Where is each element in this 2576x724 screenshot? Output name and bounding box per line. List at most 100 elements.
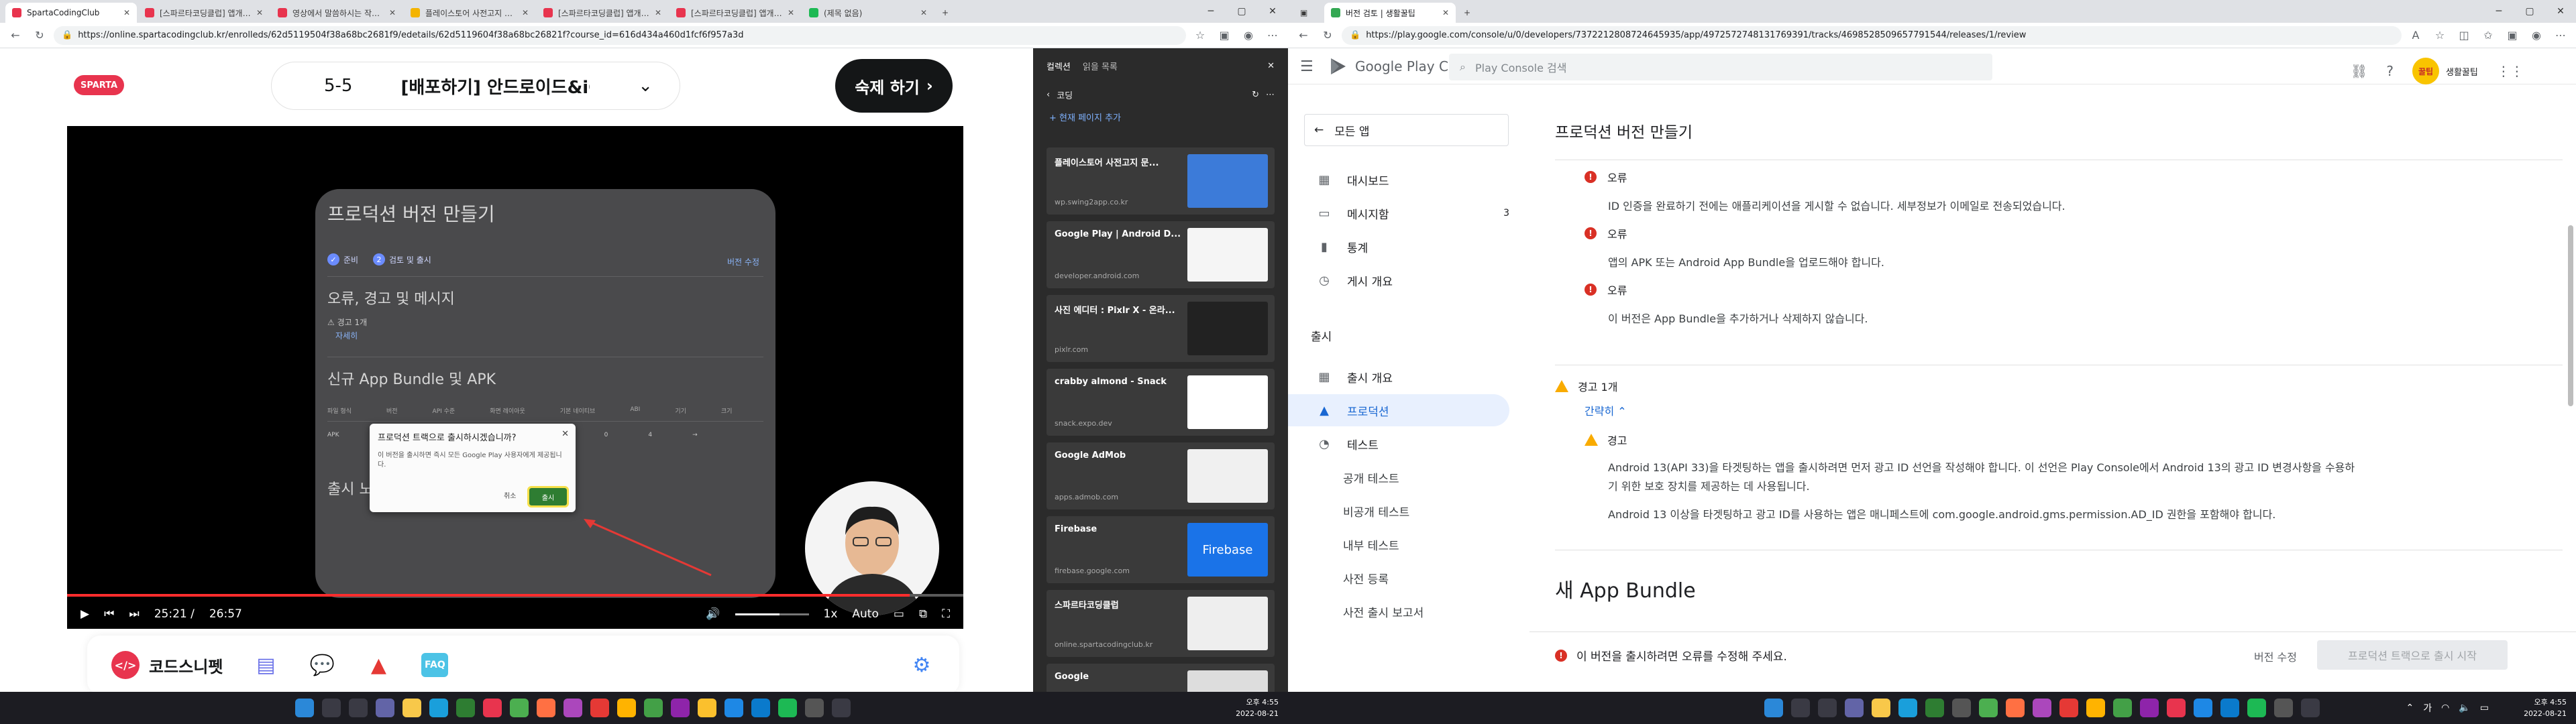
reading-list-tab[interactable]: 읽을 목록 [1083, 60, 1118, 72]
collection-item[interactable]: Firebase firebase.google.com Firebase [1046, 516, 1275, 583]
sidebar-item[interactable]: ▮ 통계 [1288, 231, 1529, 263]
link-icon[interactable]: ⛓ [2351, 63, 2367, 79]
homework-button[interactable]: 숙제 하기 › [835, 59, 953, 113]
fullscreen-icon[interactable]: ⛶ [942, 607, 950, 621]
maximize-icon[interactable]: ▢ [2514, 0, 2545, 23]
sidebar-subitem[interactable]: 사전 출시 보고서 [1288, 595, 1529, 627]
app-icon[interactable] [2059, 699, 2078, 717]
favorite-star-icon[interactable]: ☆ [2430, 25, 2450, 46]
subtitles-icon[interactable]: ▭ [894, 607, 904, 621]
sidebar-subitem[interactable]: 공개 테스트 [1288, 461, 1529, 493]
app-icon[interactable] [510, 699, 529, 717]
volume-slider[interactable] [735, 613, 809, 615]
app-icon[interactable] [2194, 699, 2212, 717]
lesson-selector[interactable]: 5-5 [배포하기] 안드로이드&iOS(자료 ⌄ [271, 62, 680, 110]
quality-selector[interactable]: Auto [852, 607, 878, 621]
edge-icon[interactable] [1898, 699, 1917, 717]
app-icon[interactable] [456, 699, 475, 717]
search-icon[interactable] [322, 699, 341, 717]
app-icon[interactable] [2086, 699, 2105, 717]
alert-icon[interactable]: ▲ [365, 652, 392, 678]
chat-icon[interactable] [1845, 699, 1864, 717]
all-apps-button[interactable]: ← 모든 앱 [1304, 114, 1509, 146]
profile-icon[interactable]: ◉ [2526, 25, 2546, 46]
picture-in-picture-icon[interactable]: ⧉ [919, 607, 927, 621]
settings-gear-icon[interactable]: ⚙ [908, 652, 935, 678]
document-icon[interactable]: ▤ [252, 652, 279, 678]
app-icon[interactable] [2140, 699, 2159, 717]
faq-icon[interactable]: FAQ [421, 653, 449, 677]
sidebar-item[interactable]: ◔ 테스트 [1288, 428, 1529, 460]
maximize-icon[interactable]: ▢ [1226, 0, 1257, 23]
app-icon[interactable] [2033, 699, 2051, 717]
app-icon[interactable] [483, 699, 502, 717]
sidebar-subitem[interactable]: 비공개 테스트 [1288, 495, 1529, 527]
favorites-icon[interactable]: ✩ [2478, 25, 2498, 46]
more-options-icon[interactable]: ⋯ [1266, 90, 1275, 100]
chevron-up-icon[interactable]: ⌃ [2406, 703, 2414, 713]
close-tab-icon[interactable]: ✕ [256, 8, 263, 17]
explorer-icon[interactable] [1872, 699, 1890, 717]
code-snippet-button[interactable]: </> 코드스니펫 [111, 651, 223, 679]
sidebar-subitem[interactable]: 사전 등록 [1288, 562, 1529, 594]
sidebar-subitem[interactable]: 내부 테스트 [1288, 528, 1529, 560]
favorite-star-icon[interactable]: ☆ [1190, 25, 1210, 46]
new-tab-button[interactable]: + [935, 3, 959, 23]
account-switcher[interactable]: 꿀팁 생활꿀팁 [2412, 58, 2478, 84]
task-view-icon[interactable] [1818, 699, 1837, 717]
speaker-icon[interactable]: 🔈 [2459, 703, 2470, 713]
sidebar-item[interactable]: ◷ 게시 개요 [1288, 264, 1529, 296]
close-tab-icon[interactable]: ✕ [788, 8, 794, 17]
add-current-page-button[interactable]: + 현재 페이지 추가 [1033, 107, 1288, 127]
app-icon[interactable] [698, 699, 716, 717]
read-aloud-icon[interactable]: A [2406, 25, 2426, 46]
browser-tab[interactable]: [스파르타코딩클럽] 앱개발 종합반 ✕ [537, 3, 668, 23]
edge-icon[interactable] [429, 699, 448, 717]
collections-icon[interactable]: ▣ [1214, 25, 1234, 46]
play-icon[interactable]: ▶ [80, 607, 89, 621]
collection-item[interactable]: 사진 에디터 : Pixlr X - 온라... pixlr.com [1046, 295, 1275, 362]
hamburger-menu-icon[interactable]: ☰ [1300, 58, 1313, 75]
apps-grid-icon[interactable]: ⋮⋮ [2497, 63, 2524, 79]
app-icon[interactable] [2006, 699, 2025, 717]
app-icon[interactable] [1925, 699, 1944, 717]
profile-icon[interactable]: ◉ [1238, 25, 1258, 46]
sidebar-item[interactable]: ▦ 대시보드 [1288, 164, 1529, 196]
task-view-icon[interactable] [349, 699, 368, 717]
collection-item[interactable]: crabby almond - Snack snack.expo.dev [1046, 369, 1275, 436]
volume-icon[interactable]: 🔊 [706, 607, 720, 621]
wifi-icon[interactable]: ◠ [2441, 703, 2449, 713]
close-icon[interactable]: ✕ [1267, 61, 1275, 71]
refresh-icon[interactable]: ↻ [30, 25, 50, 46]
chevron-left-icon[interactable]: ‹ [1046, 90, 1050, 100]
close-tab-icon[interactable]: ✕ [1442, 8, 1449, 17]
app-icon[interactable] [2301, 699, 2320, 717]
app-icon[interactable] [590, 699, 609, 717]
app-icon[interactable] [617, 699, 636, 717]
help-icon[interactable]: ? [2386, 63, 2394, 79]
chat-icon[interactable]: 💬 [309, 652, 335, 678]
collections-tab[interactable]: 컬렉션 [1046, 60, 1071, 72]
back-icon[interactable]: ← [1293, 25, 1313, 46]
app-icon[interactable] [671, 699, 690, 717]
collection-item[interactable]: 스파르타코딩클럽 online.spartacodingclub.kr [1046, 590, 1275, 657]
close-window-icon[interactable]: ✕ [2545, 0, 2576, 23]
browser-tab[interactable]: [스파르타코딩클럽] 앱개발 종합반 ✕ [138, 3, 270, 23]
search-icon[interactable] [1791, 699, 1810, 717]
close-window-icon[interactable]: ✕ [1257, 0, 1288, 23]
minimize-icon[interactable]: ─ [1195, 0, 1226, 23]
app-icon[interactable] [2167, 699, 2186, 717]
close-tab-icon[interactable]: ✕ [123, 8, 130, 17]
start-windows-icon[interactable] [1764, 699, 1783, 717]
app-icon[interactable] [832, 699, 851, 717]
more-menu-icon[interactable]: ⋯ [2551, 25, 2571, 46]
new-tab-button[interactable]: + [1457, 3, 1484, 23]
battery-icon[interactable]: ▭ [2480, 703, 2489, 713]
close-tab-icon[interactable]: ✕ [389, 8, 396, 17]
close-tab-icon[interactable]: ✕ [920, 8, 927, 17]
left-address-bar[interactable]: 🔒 https://online.spartacodingclub.kr/enr… [54, 25, 1186, 45]
skip-back-icon[interactable]: ⏮ [104, 607, 114, 621]
video-progress-bar[interactable] [67, 594, 963, 597]
vscode-icon[interactable] [2220, 699, 2239, 717]
sidebar-item[interactable]: ▦ 출시 개요 [1288, 361, 1529, 393]
